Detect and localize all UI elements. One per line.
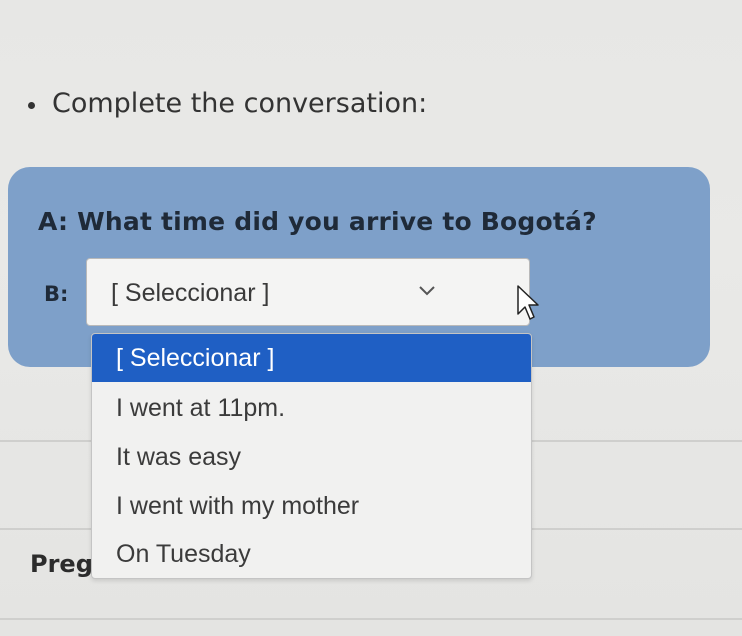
instruction: Complete the conversation: xyxy=(28,88,427,119)
answer-select[interactable]: [ Seleccionar ] xyxy=(86,258,530,326)
dropdown-option[interactable]: [ Seleccionar ] xyxy=(92,334,531,382)
dropdown-option[interactable]: I went at 11pm. xyxy=(92,384,531,432)
chevron-down-icon[interactable] xyxy=(419,286,435,296)
next-question-label: Preg xyxy=(30,550,93,578)
bullet-icon xyxy=(28,102,35,109)
question-prompt: A: What time did you arrive to Bogotá? xyxy=(38,207,597,236)
dropdown-list: [ Seleccionar ] I went at 11pm. It was e… xyxy=(91,333,532,579)
page: Complete the conversation: A: What time … xyxy=(0,0,742,636)
dropdown-option[interactable]: It was easy xyxy=(92,433,531,481)
divider xyxy=(0,618,742,620)
dropdown-option[interactable]: I went with my mother xyxy=(92,482,531,530)
instruction-text: Complete the conversation: xyxy=(52,88,428,119)
select-value: [ Seleccionar ] xyxy=(111,279,270,307)
dropdown-option[interactable]: On Tuesday xyxy=(92,530,531,578)
mouse-cursor-icon xyxy=(517,285,539,320)
answer-label: B: xyxy=(44,282,69,306)
